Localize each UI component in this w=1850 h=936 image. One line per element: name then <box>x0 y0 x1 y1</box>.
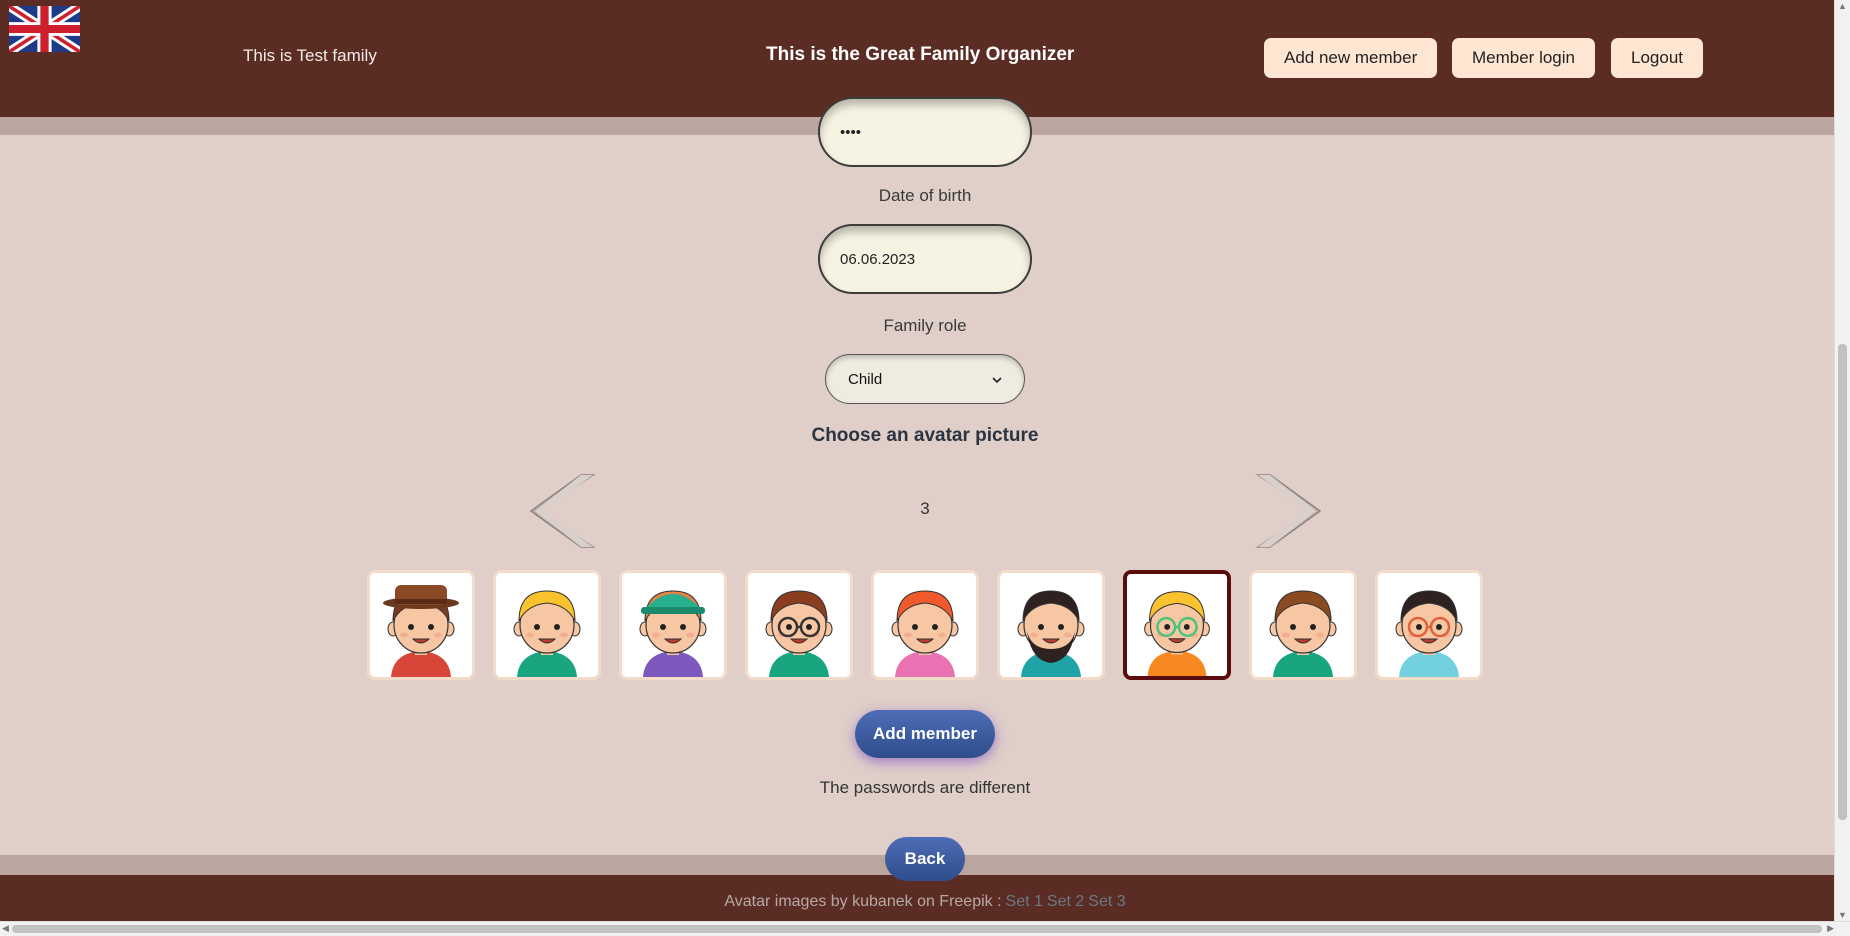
avatar-glasses-woman-tile[interactable] <box>745 570 853 680</box>
scroll-right-icon[interactable]: ▶ <box>1827 924 1834 933</box>
avatar-curly-yellow-icon <box>497 573 597 677</box>
chevron-down-icon <box>992 371 1002 388</box>
avatar-blonde-glasses-boy-tile[interactable] <box>1123 570 1231 680</box>
next-arrow-icon[interactable] <box>1254 473 1324 549</box>
avatar-bearded-man-tile[interactable] <box>997 570 1105 680</box>
family-name: This is Test family <box>243 46 377 65</box>
add-member-submit-button[interactable]: Add member <box>855 710 995 758</box>
horizontal-scrollbar[interactable]: ◀ ▶ <box>0 921 1850 936</box>
member-login-button[interactable]: Member login <box>1452 38 1595 78</box>
avatar-red-hair-woman-icon <box>875 573 975 677</box>
avatar-page-number: 3 <box>920 499 930 518</box>
footer-credit: Avatar images by kubanek on Freepik : Set… <box>0 893 1850 911</box>
family-role-select[interactable]: Child <box>825 354 1025 404</box>
avatar-curly-yellow-tile[interactable] <box>493 570 601 680</box>
family-role-label: Family role <box>883 316 967 335</box>
error-message: The passwords are different <box>819 778 1031 797</box>
vertical-scroll-thumb[interactable] <box>1838 344 1847 820</box>
avatar-hat-man-icon <box>371 573 471 677</box>
avatar-cap-boy-tile[interactable] <box>619 570 727 680</box>
scroll-down-icon[interactable]: ▼ <box>1838 911 1847 920</box>
scroll-up-icon[interactable]: ▲ <box>1838 2 1847 11</box>
avatar-bearded-man-icon <box>1001 573 1101 677</box>
set-2-link[interactable]: Set 2 <box>1047 893 1084 910</box>
avatar-dark-hair-glasses-icon <box>1379 573 1479 677</box>
dob-input[interactable]: 06.06.2023 <box>818 224 1032 294</box>
avatar-dark-hair-glasses-tile[interactable] <box>1375 570 1483 680</box>
avatar-blonde-glasses-boy-icon <box>1127 574 1227 676</box>
avatar-glasses-woman-icon <box>749 573 849 677</box>
scroll-left-icon[interactable]: ◀ <box>2 924 9 933</box>
app-title: This is the Great Family Organizer <box>766 44 1075 65</box>
avatar-cap-boy-icon <box>623 573 723 677</box>
back-button[interactable]: Back <box>885 837 965 881</box>
avatar-brown-curly-man-icon <box>1253 573 1353 677</box>
avatar-hat-man-tile[interactable] <box>367 570 475 680</box>
avatar-red-hair-woman-tile[interactable] <box>871 570 979 680</box>
password-confirm-input[interactable]: •••• <box>818 97 1032 167</box>
set-1-link[interactable]: Set 1 <box>1006 893 1043 910</box>
horizontal-scroll-thumb[interactable] <box>12 925 1822 933</box>
avatar-section-title: Choose an avatar picture <box>811 425 1039 446</box>
add-new-member-button[interactable]: Add new member <box>1264 38 1438 78</box>
logout-button[interactable]: Logout <box>1611 38 1703 78</box>
set-3-link[interactable]: Set 3 <box>1088 893 1125 910</box>
uk-flag-icon[interactable] <box>6 2 83 56</box>
dob-label: Date of birth <box>878 186 972 205</box>
family-role-value: Child <box>848 370 883 388</box>
vertical-scrollbar[interactable]: ▲ ▼ <box>1834 0 1850 922</box>
avatar-grid <box>367 570 1487 682</box>
avatar-brown-curly-man-tile[interactable] <box>1249 570 1357 680</box>
credit-text: Avatar images by kubanek on Freepik : <box>724 893 1002 910</box>
